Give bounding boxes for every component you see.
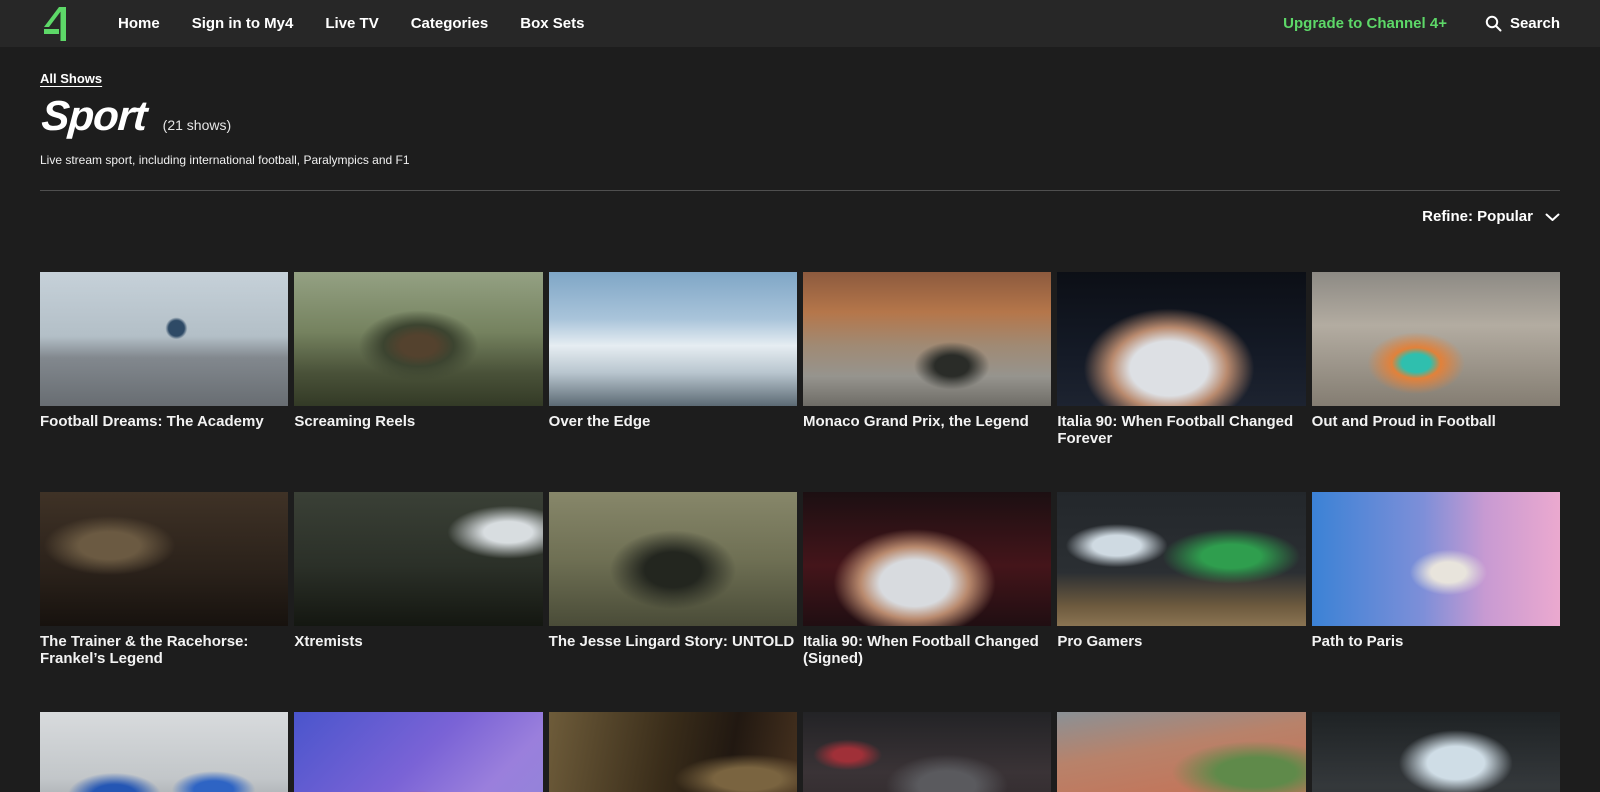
- show-title: Italia 90: When Football Changed Forever: [1057, 413, 1305, 447]
- show-title: Screaming Reels: [294, 413, 542, 430]
- nav-item-categories[interactable]: Categories: [411, 15, 489, 32]
- show-card[interactable]: The Trainer & the Racehorse: Frankel’s L…: [40, 492, 288, 712]
- page-title: Sport: [40, 92, 158, 140]
- show-thumbnail[interactable]: [1057, 272, 1305, 406]
- nav-item-box-sets[interactable]: Box Sets: [520, 15, 584, 32]
- show-card[interactable]: Italia 90: When Football Changed Forever: [1057, 272, 1305, 492]
- search-icon: [1485, 15, 1502, 32]
- show-card[interactable]: [1057, 712, 1305, 792]
- show-card[interactable]: [40, 712, 288, 792]
- show-count: (21 shows): [163, 117, 231, 133]
- category-description: Live stream sport, including internation…: [40, 153, 1560, 167]
- show-thumbnail[interactable]: [549, 272, 797, 406]
- show-card[interactable]: [294, 712, 542, 792]
- search-label: Search: [1510, 15, 1560, 32]
- refine-dropdown[interactable]: Refine: Popular: [1422, 208, 1560, 225]
- show-thumbnail[interactable]: [1312, 272, 1560, 406]
- show-thumbnail[interactable]: [40, 492, 288, 626]
- show-title: Pro Gamers: [1057, 633, 1305, 650]
- search-button[interactable]: Search: [1485, 15, 1560, 32]
- show-card[interactable]: [1312, 712, 1560, 792]
- show-thumbnail[interactable]: [294, 712, 542, 792]
- show-title: Xtremists: [294, 633, 542, 650]
- show-thumbnail[interactable]: [549, 712, 797, 792]
- show-title: Out and Proud in Football: [1312, 413, 1560, 430]
- channel4-logo[interactable]: [40, 4, 74, 44]
- show-card[interactable]: The Jesse Lingard Story: UNTOLD: [549, 492, 797, 712]
- divider: [40, 190, 1560, 191]
- sport-category-page: All Shows Sport (21 shows) Live stream s…: [0, 47, 1600, 792]
- show-thumbnail[interactable]: [40, 712, 288, 792]
- show-thumbnail[interactable]: [294, 492, 542, 626]
- show-thumbnail[interactable]: [803, 492, 1051, 626]
- nav-item-sign-in[interactable]: Sign in to My4: [192, 15, 294, 32]
- show-card[interactable]: Out and Proud in Football: [1312, 272, 1560, 492]
- show-card[interactable]: Screaming Reels: [294, 272, 542, 492]
- show-card[interactable]: Over the Edge: [549, 272, 797, 492]
- nav-item-home[interactable]: Home: [118, 15, 160, 32]
- channel4-logo-icon: [40, 4, 70, 44]
- show-thumbnail[interactable]: [1057, 712, 1305, 792]
- upgrade-channel4-link[interactable]: Upgrade to Channel 4+: [1283, 15, 1447, 32]
- show-card[interactable]: Path to Paris: [1312, 492, 1560, 712]
- nav-item-live-tv[interactable]: Live TV: [325, 15, 378, 32]
- show-card[interactable]: Italia 90: When Football Changed (Signed…: [803, 492, 1051, 712]
- show-card[interactable]: [549, 712, 797, 792]
- show-thumbnail[interactable]: [803, 272, 1051, 406]
- show-card[interactable]: [803, 712, 1051, 792]
- show-card[interactable]: Monaco Grand Prix, the Legend: [803, 272, 1051, 492]
- show-title: Path to Paris: [1312, 633, 1560, 650]
- show-title: The Jesse Lingard Story: UNTOLD: [549, 633, 797, 650]
- show-thumbnail[interactable]: [1057, 492, 1305, 626]
- show-card[interactable]: Pro Gamers: [1057, 492, 1305, 712]
- show-title: The Trainer & the Racehorse: Frankel’s L…: [40, 633, 288, 667]
- show-title: Monaco Grand Prix, the Legend: [803, 413, 1051, 430]
- show-title: Football Dreams: The Academy: [40, 413, 288, 430]
- show-thumbnail[interactable]: [40, 272, 288, 406]
- shows-grid: Football Dreams: The Academy Screaming R…: [40, 272, 1560, 792]
- show-card[interactable]: Football Dreams: The Academy: [40, 272, 288, 492]
- refine-label: Refine: Popular: [1422, 208, 1533, 225]
- show-card[interactable]: Xtremists: [294, 492, 542, 712]
- show-thumbnail[interactable]: [1312, 492, 1560, 626]
- show-title: Italia 90: When Football Changed (Signed…: [803, 633, 1051, 667]
- chevron-down-icon: [1545, 213, 1560, 222]
- show-thumbnail[interactable]: [803, 712, 1051, 792]
- show-thumbnail[interactable]: [294, 272, 542, 406]
- show-thumbnail[interactable]: [549, 492, 797, 626]
- primary-nav: Home Sign in to My4 Live TV Categories B…: [118, 15, 584, 32]
- top-navigation: Home Sign in to My4 Live TV Categories B…: [0, 0, 1600, 47]
- breadcrumb-all-shows[interactable]: All Shows: [40, 71, 102, 86]
- show-title: Over the Edge: [549, 413, 797, 430]
- show-thumbnail[interactable]: [1312, 712, 1560, 792]
